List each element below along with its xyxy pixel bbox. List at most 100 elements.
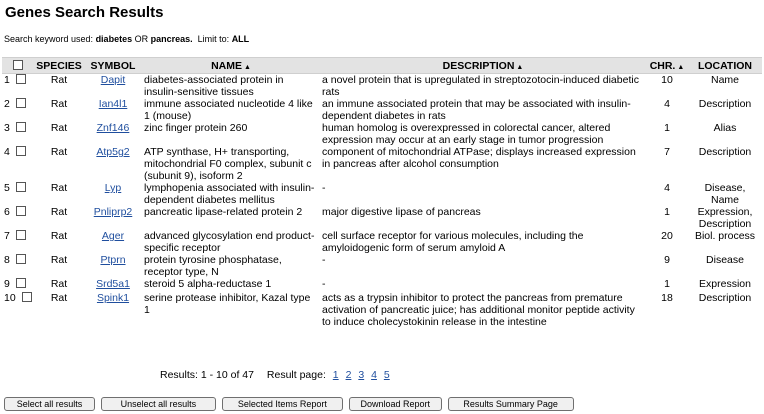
location-cell: Name — [710, 74, 739, 86]
header-checkbox[interactable] — [13, 59, 23, 70]
row-number: 7 — [4, 230, 10, 242]
symbol-link[interactable]: Ager — [102, 230, 124, 242]
description-cell: major digestive lipase of pancreas — [322, 206, 481, 218]
sort-up-icon[interactable]: ▲ — [677, 64, 684, 71]
species-cell: Rat — [50, 230, 68, 242]
row-checkbox[interactable] — [15, 74, 26, 84]
page-link-1[interactable]: 1 — [333, 369, 339, 381]
name-cell: diabetes-associated protein in insulin-s… — [144, 74, 284, 98]
search-summary: Search keyword used: diabetes OR pancrea… — [4, 34, 249, 44]
location-cell: Disease, Name — [704, 182, 746, 206]
selected-items-report-button[interactable]: Selected Items Report — [221, 397, 343, 411]
table-row: 9 Rat Srd5a1 steroid 5 alpha-reductase 1… — [2, 278, 762, 292]
row-checkbox[interactable] — [15, 122, 26, 132]
row-number: 3 — [4, 122, 10, 134]
location-cell: Description — [698, 146, 752, 158]
results-range: 1 - 10 of 47 — [200, 369, 254, 381]
row-number: 1 — [4, 74, 10, 86]
symbol-link[interactable]: Lyp — [105, 182, 122, 194]
symbol-link[interactable]: Znf146 — [97, 122, 130, 134]
col-name[interactable]: NAME ▲ — [142, 57, 320, 74]
species-cell: Rat — [50, 98, 68, 110]
name-cell: protein tyrosine phosphatase, receptor t… — [144, 254, 282, 278]
action-buttons: Select all results Unselect all results … — [4, 397, 577, 411]
col-symbol: SYMBOL — [84, 57, 142, 74]
row-checkbox[interactable] — [15, 278, 26, 288]
keyword-2: pancreas. — [150, 34, 193, 44]
symbol-link[interactable]: Srd5a1 — [96, 278, 130, 290]
col-chr[interactable]: CHR. ▲ — [646, 57, 688, 74]
chr-cell: 7 — [664, 146, 670, 158]
name-cell: advanced glycosylation end product-speci… — [144, 230, 315, 254]
location-cell: Description — [698, 98, 752, 110]
row-number: 4 — [4, 146, 10, 158]
table-row: 2 Rat Ian4l1 immune associated nucleotid… — [2, 98, 762, 122]
row-number: 2 — [4, 98, 10, 110]
unselect-all-button[interactable]: Unselect all results — [100, 397, 216, 411]
row-checkbox[interactable] — [15, 98, 26, 108]
species-cell: Rat — [50, 122, 68, 134]
table-row: 4 Rat Atp5g2 ATP synthase, H+ transporti… — [2, 146, 762, 182]
sort-up-icon[interactable]: ▲ — [244, 64, 251, 71]
row-checkbox[interactable] — [15, 230, 26, 240]
results-summary-button[interactable]: Results Summary Page — [447, 397, 574, 411]
result-page-label: Result page: — [266, 369, 326, 381]
species-cell: Rat — [50, 74, 68, 86]
download-report-button[interactable]: Download Report — [348, 397, 442, 411]
location-cell: Biol. process — [694, 230, 756, 242]
row-checkbox[interactable] — [15, 254, 26, 264]
name-cell: lymphopenia associated with insulin-depe… — [144, 182, 315, 206]
page-link-3[interactable]: 3 — [358, 369, 364, 381]
col-description[interactable]: DESCRIPTION ▲ — [320, 57, 646, 74]
page-link-5[interactable]: 5 — [384, 369, 390, 381]
location-cell: Disease — [706, 254, 744, 266]
symbol-link[interactable]: Dapit — [101, 74, 126, 86]
species-cell: Rat — [50, 292, 68, 304]
row-checkbox[interactable] — [21, 292, 32, 302]
description-cell: cell surface receptor for various molecu… — [322, 230, 584, 254]
description-cell: an immune associated protein that may be… — [322, 98, 631, 122]
row-number: 9 — [4, 278, 10, 290]
row-checkbox[interactable] — [15, 206, 26, 216]
page-link-2[interactable]: 2 — [346, 369, 352, 381]
symbol-link[interactable]: Spink1 — [97, 292, 129, 304]
row-checkbox[interactable] — [15, 182, 26, 192]
symbol-link[interactable]: Ian4l1 — [99, 98, 128, 110]
symbol-link[interactable]: Atp5g2 — [96, 146, 129, 158]
symbol-link[interactable]: Ptprn — [100, 254, 125, 266]
description-cell: - — [322, 254, 326, 266]
table-row: 10 Rat Spink1 serine protease inhibitor,… — [2, 292, 762, 328]
row-checkbox[interactable] — [15, 146, 26, 156]
page-link-4[interactable]: 4 — [371, 369, 377, 381]
select-all-button[interactable]: Select all results — [4, 397, 95, 411]
table-row: 1 Rat Dapit diabetes-associated protein … — [2, 74, 762, 99]
limit-label: Limit to: — [197, 34, 230, 44]
search-prefix: Search keyword used: — [4, 34, 94, 44]
chr-cell: 1 — [664, 122, 670, 134]
table-row: 3 Rat Znf146 zinc finger protein 260 hum… — [2, 122, 762, 146]
pagination: Results: 1 - 10 of 47 Result page: 1 2 3… — [160, 369, 390, 381]
table-row: 8 Rat Ptprn protein tyrosine phosphatase… — [2, 254, 762, 278]
table-row: 7 Rat Ager advanced glycosylation end pr… — [2, 230, 762, 254]
description-cell: component of mitochondrial ATPase; displ… — [322, 146, 636, 170]
table-row: 6 Rat Pnliprp2 pancreatic lipase-related… — [2, 206, 762, 230]
description-cell: a novel protein that is upregulated in s… — [322, 74, 639, 98]
name-cell: pancreatic lipase-related protein 2 — [144, 206, 303, 218]
chr-cell: 20 — [661, 230, 673, 242]
chr-cell: 4 — [664, 182, 670, 194]
name-cell: serine protease inhibitor, Kazal type 1 — [144, 292, 311, 316]
species-cell: Rat — [50, 182, 68, 194]
species-cell: Rat — [50, 146, 68, 158]
name-cell: ATP synthase, H+ transporting, mitochond… — [144, 146, 312, 182]
description-cell: human homolog is overexpressed in colore… — [322, 122, 611, 146]
or-word: OR — [134, 34, 149, 44]
description-cell: - — [322, 182, 326, 194]
sort-up-icon[interactable]: ▲ — [516, 64, 523, 71]
select-all-checkbox-header[interactable] — [2, 57, 34, 74]
symbol-link[interactable]: Pnliprp2 — [94, 206, 133, 218]
row-number: 5 — [4, 182, 10, 194]
description-cell: - — [322, 278, 326, 290]
location-cell: Expression — [699, 278, 751, 290]
description-cell: acts as a trypsin inhibitor to protect t… — [322, 292, 635, 328]
species-cell: Rat — [50, 254, 68, 266]
